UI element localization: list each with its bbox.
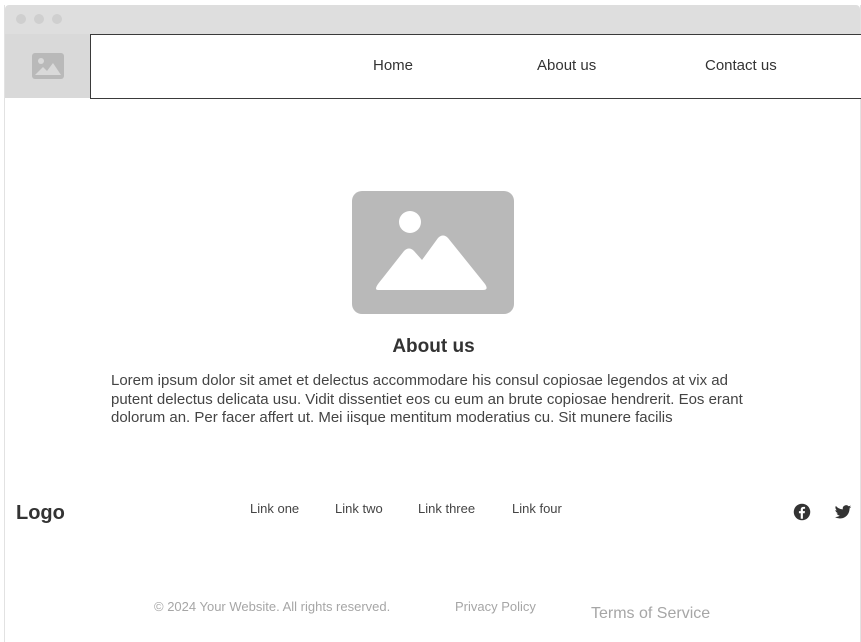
image-placeholder-icon: [32, 53, 64, 79]
terms-of-service-link[interactable]: Terms of Service: [591, 605, 710, 623]
window-titlebar: [5, 5, 860, 34]
footer-link-one[interactable]: Link one: [250, 501, 299, 516]
about-image-placeholder: [352, 191, 514, 314]
copyright-text: © 2024 Your Website. All rights reserved…: [154, 599, 391, 614]
footer-link-four[interactable]: Link four: [512, 501, 562, 516]
twitter-icon[interactable]: [834, 503, 852, 521]
nav-home-link[interactable]: Home: [373, 57, 413, 74]
about-paragraph: Lorem ipsum dolor sit amet et delectus a…: [111, 372, 743, 426]
window-maximize-dot[interactable]: [52, 14, 62, 24]
footer-link-two[interactable]: Link two: [335, 501, 383, 516]
facebook-icon[interactable]: [793, 503, 811, 521]
nav-contact-link[interactable]: Contact us: [705, 57, 777, 74]
about-heading: About us: [392, 336, 475, 357]
top-navbar: Home About us Contact us: [90, 34, 861, 99]
window-minimize-dot[interactable]: [34, 14, 44, 24]
privacy-policy-link[interactable]: Privacy Policy: [455, 599, 536, 614]
image-placeholder-icon: [376, 211, 487, 290]
browser-window: Home About us Contact us About us Lorem …: [4, 5, 861, 642]
window-close-dot[interactable]: [16, 14, 26, 24]
footer-logo[interactable]: Logo: [16, 502, 65, 525]
header-logo[interactable]: [5, 34, 91, 98]
footer-link-three[interactable]: Link three: [418, 501, 475, 516]
nav-about-link[interactable]: About us: [537, 57, 596, 74]
